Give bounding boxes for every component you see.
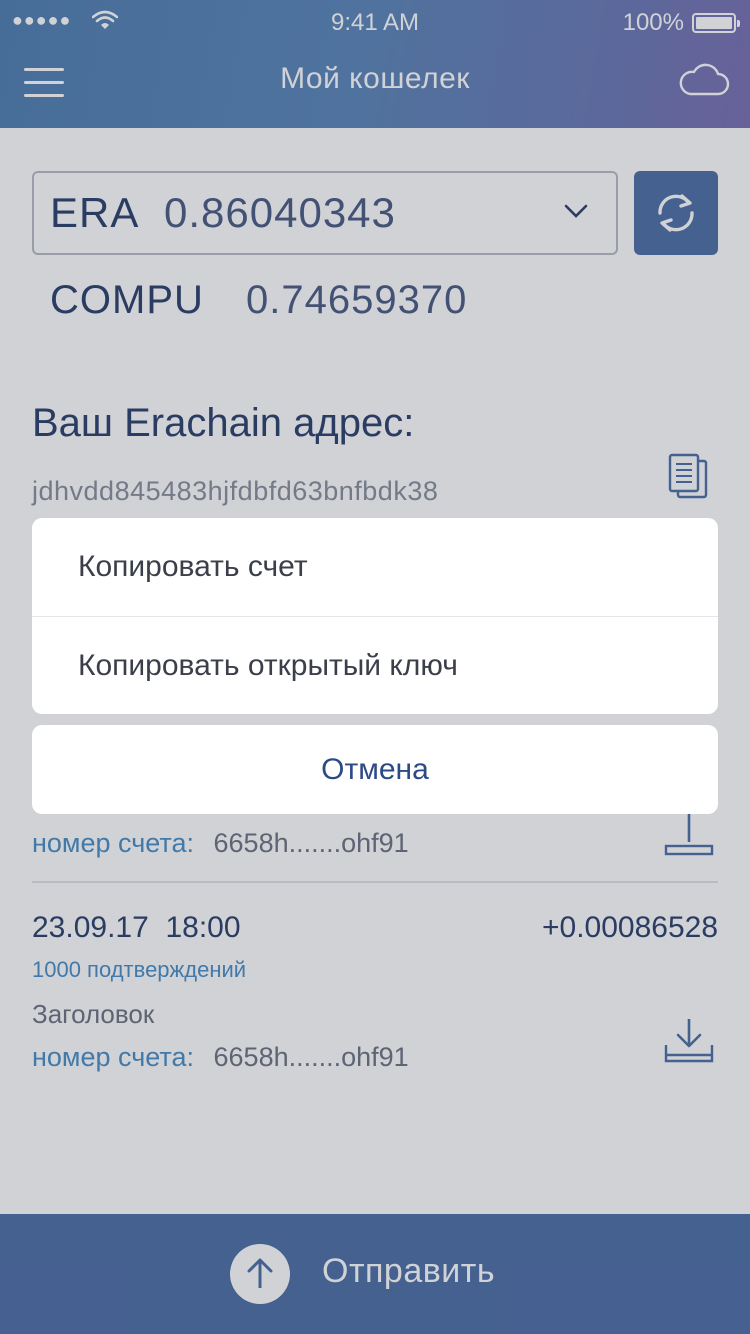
- copy-public-key-option[interactable]: Копировать открытый ключ: [32, 616, 718, 714]
- cancel-label: Отмена: [321, 753, 429, 786]
- cancel-button[interactable]: Отмена: [32, 725, 718, 814]
- option-label: Копировать открытый ключ: [78, 649, 458, 682]
- option-label: Копировать счет: [78, 550, 308, 583]
- copy-account-option[interactable]: Копировать счет: [32, 518, 718, 616]
- action-sheet: Копировать счет Копировать открытый ключ: [32, 518, 718, 714]
